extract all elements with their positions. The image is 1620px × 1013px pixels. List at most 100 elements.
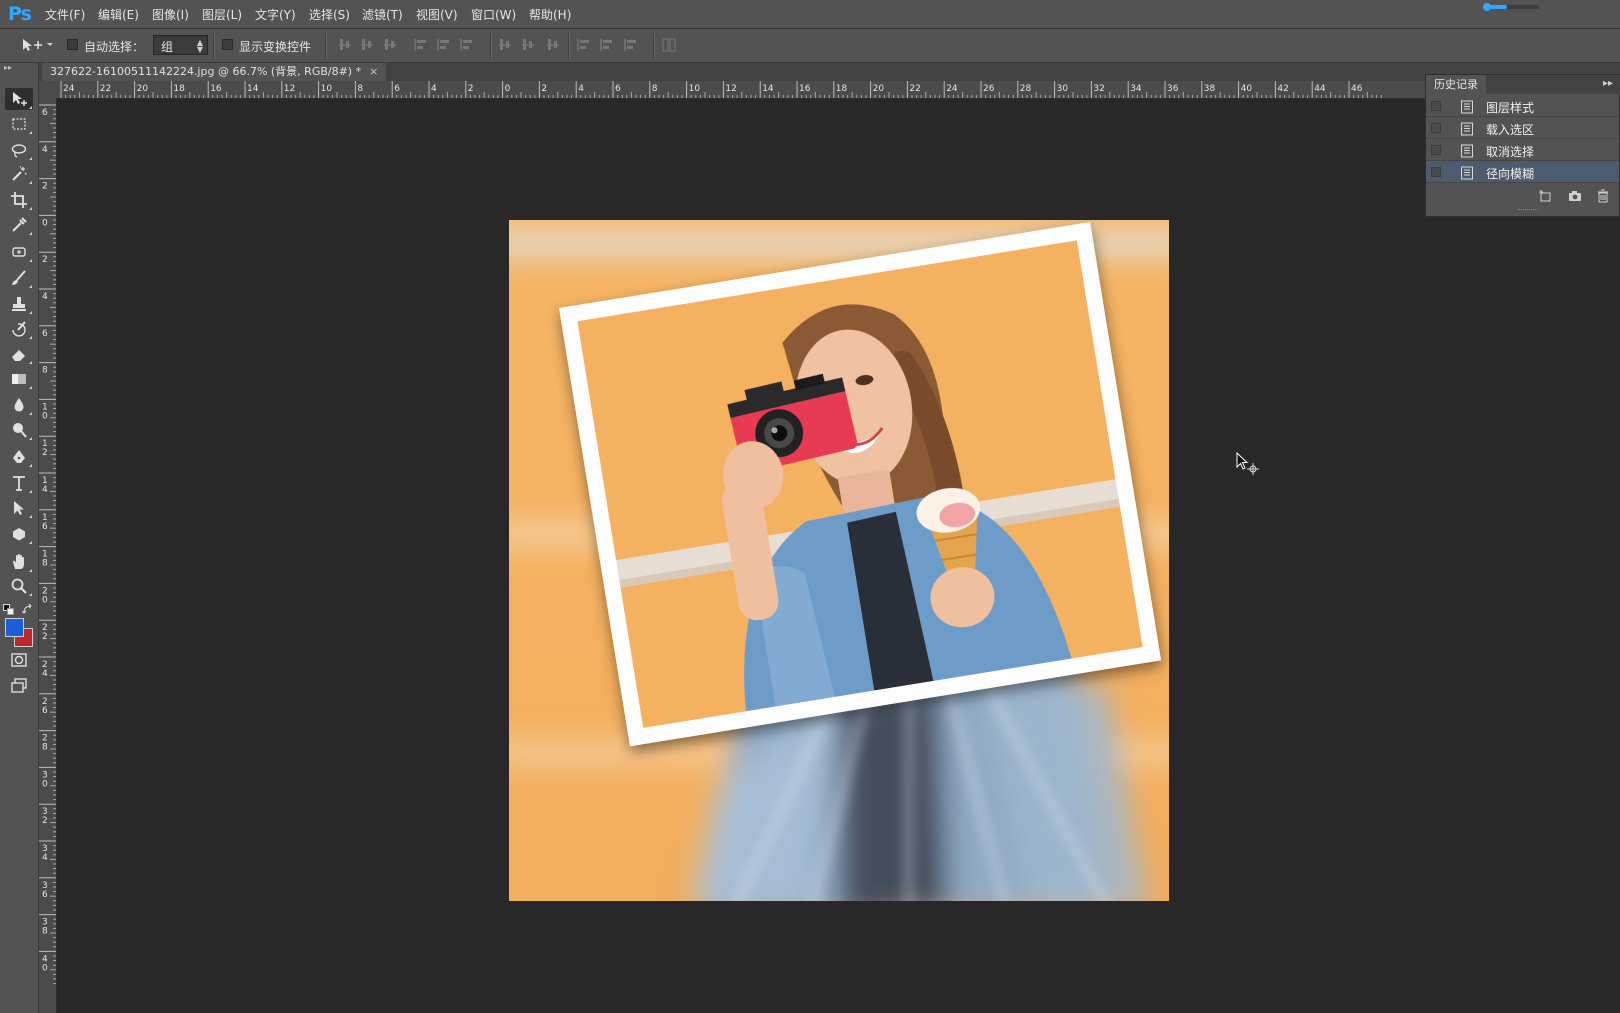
menu-help[interactable]: 帮助(H) [529,6,571,23]
ruler-label: 18 [173,84,185,94]
canvas-area[interactable] [57,99,1620,1013]
default-colors-icon[interactable] [3,601,15,615]
brush-tool-icon [12,270,26,285]
eyedropper-button[interactable] [5,214,33,236]
delete-state-button[interactable] [1596,189,1610,203]
pen-tool-button[interactable] [5,446,33,468]
menu-type[interactable]: 文字(Y) [255,6,296,23]
document-tab[interactable]: 327622-16100511142224.jpg @ 66.7% (背景, R… [42,63,387,81]
panel-resize-grip[interactable] [1518,209,1538,212]
menu-select[interactable]: 选择(S) [309,6,350,23]
distribute-horizontal-centers-button[interactable] [599,37,615,53]
align-horizontal-centers-icon [437,39,449,51]
align-vertical-centers-button[interactable] [359,37,375,53]
history-source-checkbox[interactable] [1431,145,1441,155]
align-right-edges-icon [460,39,472,51]
separator [490,33,492,59]
ruler-label: 6 [615,84,621,94]
document-state-icon [1460,121,1474,136]
distribute-vertical-centers-button[interactable] [520,37,536,53]
menu-window[interactable]: 窗口(W) [471,6,516,23]
auto-align-layers-button[interactable] [661,37,677,53]
ruler-origin[interactable] [39,81,58,99]
history-state-row[interactable]: 径向模糊 [1426,161,1619,183]
brush-tool-button[interactable] [5,267,33,289]
gradient-tool-button[interactable] [5,368,33,390]
tool-flyout-indicator [29,412,32,415]
eraser-button[interactable] [5,343,33,365]
align-right-edges-button[interactable] [459,37,475,53]
ruler-label: 10 [42,402,48,421]
move-tool-button[interactable] [5,88,33,110]
history-state-label: 取消选择 [1486,145,1535,159]
shape-tool-button[interactable] [5,523,33,545]
path-selection-icon [14,501,24,515]
zoom-tool-button[interactable] [5,575,33,597]
history-brush-button[interactable] [5,318,33,340]
distribute-left-edges-button[interactable] [576,37,592,53]
blur-tool-button[interactable] [5,394,33,416]
menu-file[interactable]: 文件(F) [45,6,85,23]
healing-brush-button[interactable] [5,241,33,263]
ruler-label: 0 [42,218,48,228]
show-transform-checkbox[interactable] [222,39,233,50]
document-state-icon [1460,99,1474,114]
distribute-top-edges-button[interactable] [497,37,513,53]
gradient-tool-icon [12,374,26,384]
swap-colors-icon[interactable] [21,601,34,614]
new-document-from-state-button[interactable] [1538,189,1552,203]
clone-stamp-button[interactable] [5,293,33,315]
path-selection-button[interactable] [5,497,33,519]
zoom-slider-knob[interactable] [1483,3,1491,11]
distribute-right-edges-button[interactable] [623,37,639,53]
menu-filter[interactable]: 滤镜(T) [362,6,403,23]
align-horizontal-centers-button[interactable] [436,37,452,53]
history-tab[interactable]: 历史记录 [1426,75,1486,94]
close-tab-icon[interactable]: × [369,65,378,78]
crop-tool-button[interactable] [5,189,33,211]
marquee-tool-button[interactable] [5,113,33,135]
menu-view[interactable]: 视图(V) [416,6,458,23]
menu-edit[interactable]: 编辑(E) [98,6,139,23]
new-snapshot-button[interactable] [1568,189,1582,203]
magic-wand-button[interactable] [5,163,33,185]
align-left-edges-button[interactable] [413,37,429,53]
align-top-edges-button[interactable] [337,37,353,53]
tool-flyout-indicator [29,386,32,389]
collapse-toolbox-icon[interactable]: ▸▸ [4,63,12,72]
history-state-row[interactable]: 载入选区 [1426,117,1619,139]
distribute-bottom-edges-button[interactable] [545,37,561,53]
foreground-color-swatch[interactable] [5,618,24,637]
ruler-label: 10 [689,84,701,94]
horizontal-ruler[interactable]: 24 22 20 18 16 14 12 10 8 6 4 2 0 2 4 6 8 10 12 14 16 18 20 22 2… [57,81,1620,99]
history-source-checkbox[interactable] [1431,101,1441,111]
align-bottom-edges-icon [384,39,396,50]
ruler-label: 30 [1057,84,1069,94]
quick-mask-button[interactable] [5,649,33,671]
align-bottom-edges-button[interactable] [382,37,398,53]
eraser-icon [12,350,25,361]
menu-image[interactable]: 图像(I) [152,6,189,23]
menu-layer[interactable]: 图层(L) [202,6,242,23]
lasso-tool-button[interactable] [5,139,33,161]
document-image[interactable] [509,220,1169,901]
auto-select-target-dropdown[interactable]: 组 ▲ ▼ [153,35,208,55]
vertical-ruler[interactable]: 6420246810121416182022242628303234363840 [39,98,57,1013]
panel-menu-icon[interactable]: ▸▸ [1603,78,1613,89]
dodge-tool-button[interactable] [5,419,33,441]
history-state-row[interactable]: 图层样式 [1426,95,1619,117]
separator [325,33,327,59]
type-tool-button[interactable] [5,472,33,494]
ruler-label: 14 [247,84,259,94]
history-state-row[interactable]: 取消选择 [1426,139,1619,161]
tool-preset-picker[interactable] [20,36,54,54]
hand-tool-button[interactable] [5,551,33,573]
ruler-label: 2 [468,84,474,94]
auto-select-checkbox[interactable] [67,39,78,50]
history-source-checkbox[interactable] [1431,167,1441,177]
ruler-label: 6 [42,108,48,118]
history-source-checkbox[interactable] [1431,123,1441,133]
ruler-label: 14 [42,476,48,495]
screen-mode-button[interactable] [5,675,33,697]
zoom-slider[interactable] [1483,3,1539,11]
